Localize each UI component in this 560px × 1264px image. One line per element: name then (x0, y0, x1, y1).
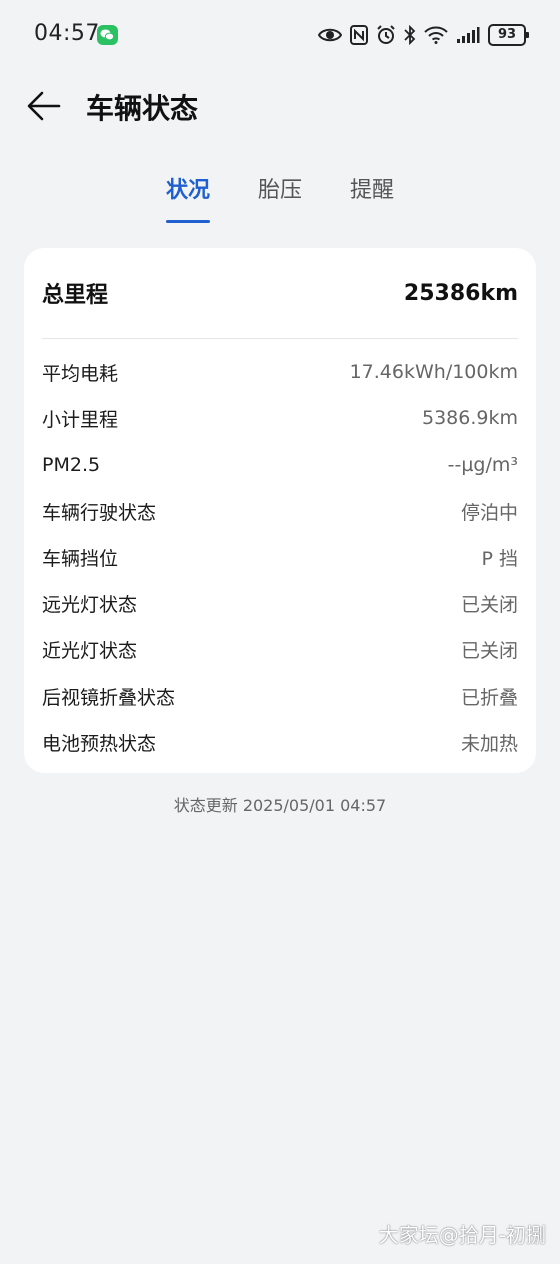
status-row-value: 停泊中 (460, 501, 518, 524)
status-row-value: 已关闭 (460, 594, 518, 617)
status-row-pm25: PM2.5 --µg/m³ (42, 442, 518, 488)
status-row-label: 平均电耗 (42, 362, 119, 385)
tab-status[interactable]: 状况 (165, 172, 210, 223)
nfc-icon (350, 25, 368, 45)
total-mileage-label: 总里程 (42, 283, 109, 308)
status-icons: 93 (318, 22, 529, 48)
status-row-value: 5386.9km (422, 407, 518, 430)
status-row-high-beam: 远光灯状态 已关闭 (42, 580, 518, 626)
wechat-icon (97, 25, 118, 45)
status-time: 04:57 (34, 21, 100, 46)
alarm-icon (376, 25, 396, 45)
status-row-value: 17.46kWh/100km (349, 361, 518, 384)
tab-tire-pressure[interactable]: 胎压 (258, 172, 302, 222)
status-row-label: 车辆挡位 (42, 547, 119, 570)
status-row-value: 已关闭 (460, 640, 518, 663)
status-row-driving-state: 车辆行驶状态 停泊中 (42, 488, 518, 534)
wifi-icon (424, 26, 448, 44)
bluetooth-icon (404, 25, 416, 45)
battery-icon: 93 (488, 24, 529, 46)
vehicle-status-card: 总里程 25386km 平均电耗 17.46kWh/100km 小计里程 538… (24, 248, 536, 773)
status-row-value: P 挡 (481, 547, 519, 570)
status-row-gear: 车辆挡位 P 挡 (42, 534, 518, 580)
status-row-value: 未加热 (460, 733, 518, 756)
status-row-label: 后视镜折叠状态 (42, 686, 176, 709)
eye-icon (318, 26, 342, 44)
back-button[interactable] (24, 86, 64, 126)
page-title: 车辆状态 (86, 92, 199, 125)
tab-reminders[interactable]: 提醒 (350, 172, 394, 222)
signal-icon (456, 26, 480, 44)
status-row-label: 车辆行驶状态 (42, 501, 157, 524)
tab-bar: 状况 胎压 提醒 (0, 172, 560, 223)
status-row-avg-consumption: 平均电耗 17.46kWh/100km (42, 349, 518, 395)
watermark: 大家坛@拾月-初捌 (378, 1223, 546, 1247)
status-row-label: 远光灯状态 (42, 594, 138, 617)
total-mileage-row: 总里程 25386km (42, 248, 518, 339)
app-header: 车辆状态 (0, 78, 560, 134)
status-row-low-beam: 近光灯状态 已关闭 (42, 627, 518, 673)
status-row-value: 已折叠 (460, 686, 518, 709)
back-arrow-icon (27, 91, 61, 121)
status-list: 平均电耗 17.46kWh/100km 小计里程 5386.9km PM2.5 … (42, 349, 518, 766)
status-row-label: PM2.5 (42, 453, 101, 476)
status-bar: 04:57 93 (0, 0, 560, 70)
status-update-time: 状态更新 2025/05/01 04:57 (173, 796, 387, 815)
status-row-label: 电池预热状态 (42, 733, 157, 756)
status-row-label: 近光灯状态 (42, 640, 138, 663)
status-row-label: 小计里程 (42, 408, 119, 431)
status-row-value: --µg/m³ (447, 453, 518, 476)
total-mileage-value: 25386km (403, 280, 518, 306)
status-row-trip-mileage: 小计里程 5386.9km (42, 395, 518, 441)
status-row-battery-preheat: 电池预热状态 未加热 (42, 719, 518, 765)
status-row-mirror-fold: 后视镜折叠状态 已折叠 (42, 673, 518, 719)
